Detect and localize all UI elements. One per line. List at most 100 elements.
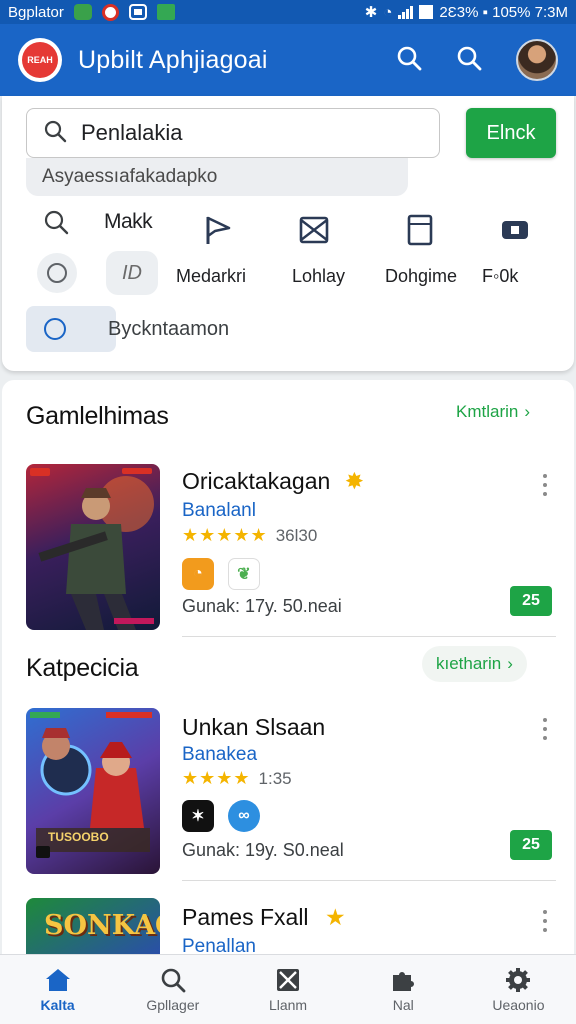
- game-title-2[interactable]: Unkan Slsaan: [182, 714, 325, 741]
- app-logo[interactable]: REAH: [18, 38, 62, 82]
- game-thumbnail-3[interactable]: SONKAC: [26, 898, 160, 954]
- search-secondary-icon[interactable]: [456, 45, 482, 76]
- puzzle-icon: [393, 971, 415, 991]
- wifi-icon: ◔: [383, 3, 393, 21]
- trophy-icon: ✸: [344, 468, 364, 494]
- game-developer-2: Banakea: [182, 744, 258, 765]
- nav-library[interactable]: Llanm: [230, 955, 345, 1024]
- feature-icons-1: ◔ ❦: [182, 558, 260, 590]
- bottom-option-toggle[interactable]: [26, 306, 116, 352]
- nav-home[interactable]: Kalta: [0, 955, 115, 1024]
- nav-label: Llanm: [268, 996, 308, 1013]
- nav-label: Ueaonio: [492, 996, 545, 1013]
- game-thumbnail-2[interactable]: TUSOOBO: [26, 708, 160, 874]
- search-field-icon: [43, 119, 67, 148]
- nav-games[interactable]: Nal: [346, 955, 461, 1024]
- flag-icon[interactable]: [202, 212, 234, 248]
- radio-ring-icon: [44, 318, 66, 340]
- game-thumbnail-1[interactable]: [26, 464, 160, 630]
- appbar-actions: [396, 39, 558, 81]
- search-icon: [161, 968, 186, 992]
- heroes-artwork: [30, 712, 152, 858]
- category-label-3[interactable]: Dohgime: [385, 266, 457, 287]
- category-label-1[interactable]: Medarkri: [176, 266, 246, 287]
- game-meta-1: Gunak: 17y. 50.neai: [182, 596, 342, 616]
- search-card: Elnck Asyaessıafakadapko Makk ID Medarkr…: [2, 96, 574, 371]
- more-options-icon[interactable]: [540, 718, 550, 740]
- document-icon[interactable]: [404, 212, 436, 248]
- divider: [182, 636, 556, 637]
- chevron-right-icon: ›: [524, 402, 531, 421]
- nav-label: Kalta: [40, 996, 75, 1013]
- notification-image-icon: [128, 4, 147, 20]
- home-icon: [45, 968, 70, 991]
- status-carrier-text: Bgplator: [8, 3, 64, 21]
- blue-link-icon: ∞: [228, 800, 260, 832]
- section-title-1: Gamlelhimas: [26, 402, 169, 430]
- status-right: ✱ ◔ 2Ɛ3% ▪ 105% 7:3M: [365, 3, 568, 22]
- price-badge-2[interactable]: 25: [510, 830, 552, 860]
- see-more-label: kıetharin: [436, 654, 502, 673]
- search-input[interactable]: [81, 120, 401, 146]
- mail-box-icon[interactable]: [298, 212, 330, 248]
- game-rating-1: ★★★★★ 36l30: [182, 525, 317, 546]
- orange-app-icon: ◔: [182, 558, 214, 590]
- gear-icon: [506, 967, 531, 992]
- option-radio-1[interactable]: [37, 253, 77, 293]
- bottom-navigation: Kalta Gpllager Llanm Nal Ueaonio: [0, 954, 576, 1024]
- chevron-right-icon: ›: [507, 654, 513, 673]
- check-button[interactable]: Elnck: [466, 108, 556, 158]
- status-left: Bgplator: [8, 3, 175, 21]
- search-icon[interactable]: [396, 45, 422, 76]
- avatar[interactable]: [516, 39, 558, 81]
- thumbnail-caption: TUSOOBO: [48, 830, 109, 844]
- game-title-3[interactable]: Pames Fxall ★: [182, 904, 346, 931]
- game-title-1[interactable]: Oricaktakagan ✸: [182, 468, 364, 495]
- notification-app-icon: [73, 4, 92, 20]
- quick-search-label: Makk: [104, 210, 153, 233]
- see-more-link-1[interactable]: Kmtlarin ›: [456, 402, 530, 422]
- more-options-icon[interactable]: [540, 474, 550, 496]
- leaf-icon: ❦: [228, 558, 260, 590]
- game-title-text: Oricaktakagan: [182, 468, 331, 494]
- notification-blocked-icon: [101, 3, 119, 21]
- nav-search[interactable]: Gpllager: [115, 955, 230, 1024]
- quick-search-row[interactable]: Makk: [42, 208, 153, 236]
- game-meta-2: Gunak: 19y. S0.neal: [182, 840, 344, 860]
- nav-label: Nal: [392, 996, 414, 1013]
- game-developer-3: Penallan: [182, 936, 256, 954]
- divider: [182, 880, 556, 881]
- status-bar: Bgplator ✱ ◔ 2Ɛ3% ▪ 105% 7:3M: [0, 0, 576, 24]
- signal-icon: [398, 5, 414, 19]
- app-title: Upbilt Aphjiagoai: [78, 45, 268, 74]
- id-chip[interactable]: ID: [106, 251, 158, 295]
- bottom-option-label[interactable]: Byckntaamon: [108, 318, 229, 341]
- thumbnail-title-art: SONKAC: [44, 910, 160, 941]
- section-title-2: Katpecicia: [26, 654, 139, 682]
- nav-label: Gpllager: [146, 996, 200, 1013]
- category-label-2[interactable]: Lohlay: [292, 266, 345, 287]
- notification-puzzle-icon: [156, 4, 175, 20]
- feature-icons-2: ✶ ∞: [182, 800, 260, 832]
- search-box[interactable]: [26, 108, 440, 158]
- battery-icon: [419, 5, 434, 19]
- search-suggestion[interactable]: Asyaessıafakadapko: [26, 158, 408, 196]
- price-badge-1[interactable]: 25: [510, 586, 552, 616]
- quick-search-icon: [44, 210, 69, 235]
- see-more-link-2[interactable]: kıetharin ›: [422, 646, 527, 682]
- gamepad-icon[interactable]: [499, 212, 531, 248]
- status-time-text: 2Ɛ3% ▪ 105% 7:3M: [439, 3, 568, 21]
- game-developer-1: Banalanl: [182, 500, 256, 521]
- app-bar: REAH Upbilt Aphjiagoai: [0, 24, 576, 96]
- app-logo-text: REAH: [22, 42, 58, 78]
- game-rating-2: ★★★★ 1:35: [182, 768, 292, 789]
- rating-count: 36l30: [275, 525, 318, 545]
- game-title-text: Pames Fxall: [182, 904, 309, 930]
- nav-settings[interactable]: Ueaonio: [461, 955, 576, 1024]
- category-label-4[interactable]: F◦0k: [482, 266, 518, 287]
- more-options-icon[interactable]: [540, 910, 550, 932]
- box-icon: [277, 968, 299, 991]
- content-list: Gamlelhimas Kmtlarin › Oricaktakagan ✸ B…: [2, 380, 574, 954]
- see-more-label: Kmtlarin: [456, 402, 519, 421]
- rating-stars: ★★★★★: [182, 525, 268, 545]
